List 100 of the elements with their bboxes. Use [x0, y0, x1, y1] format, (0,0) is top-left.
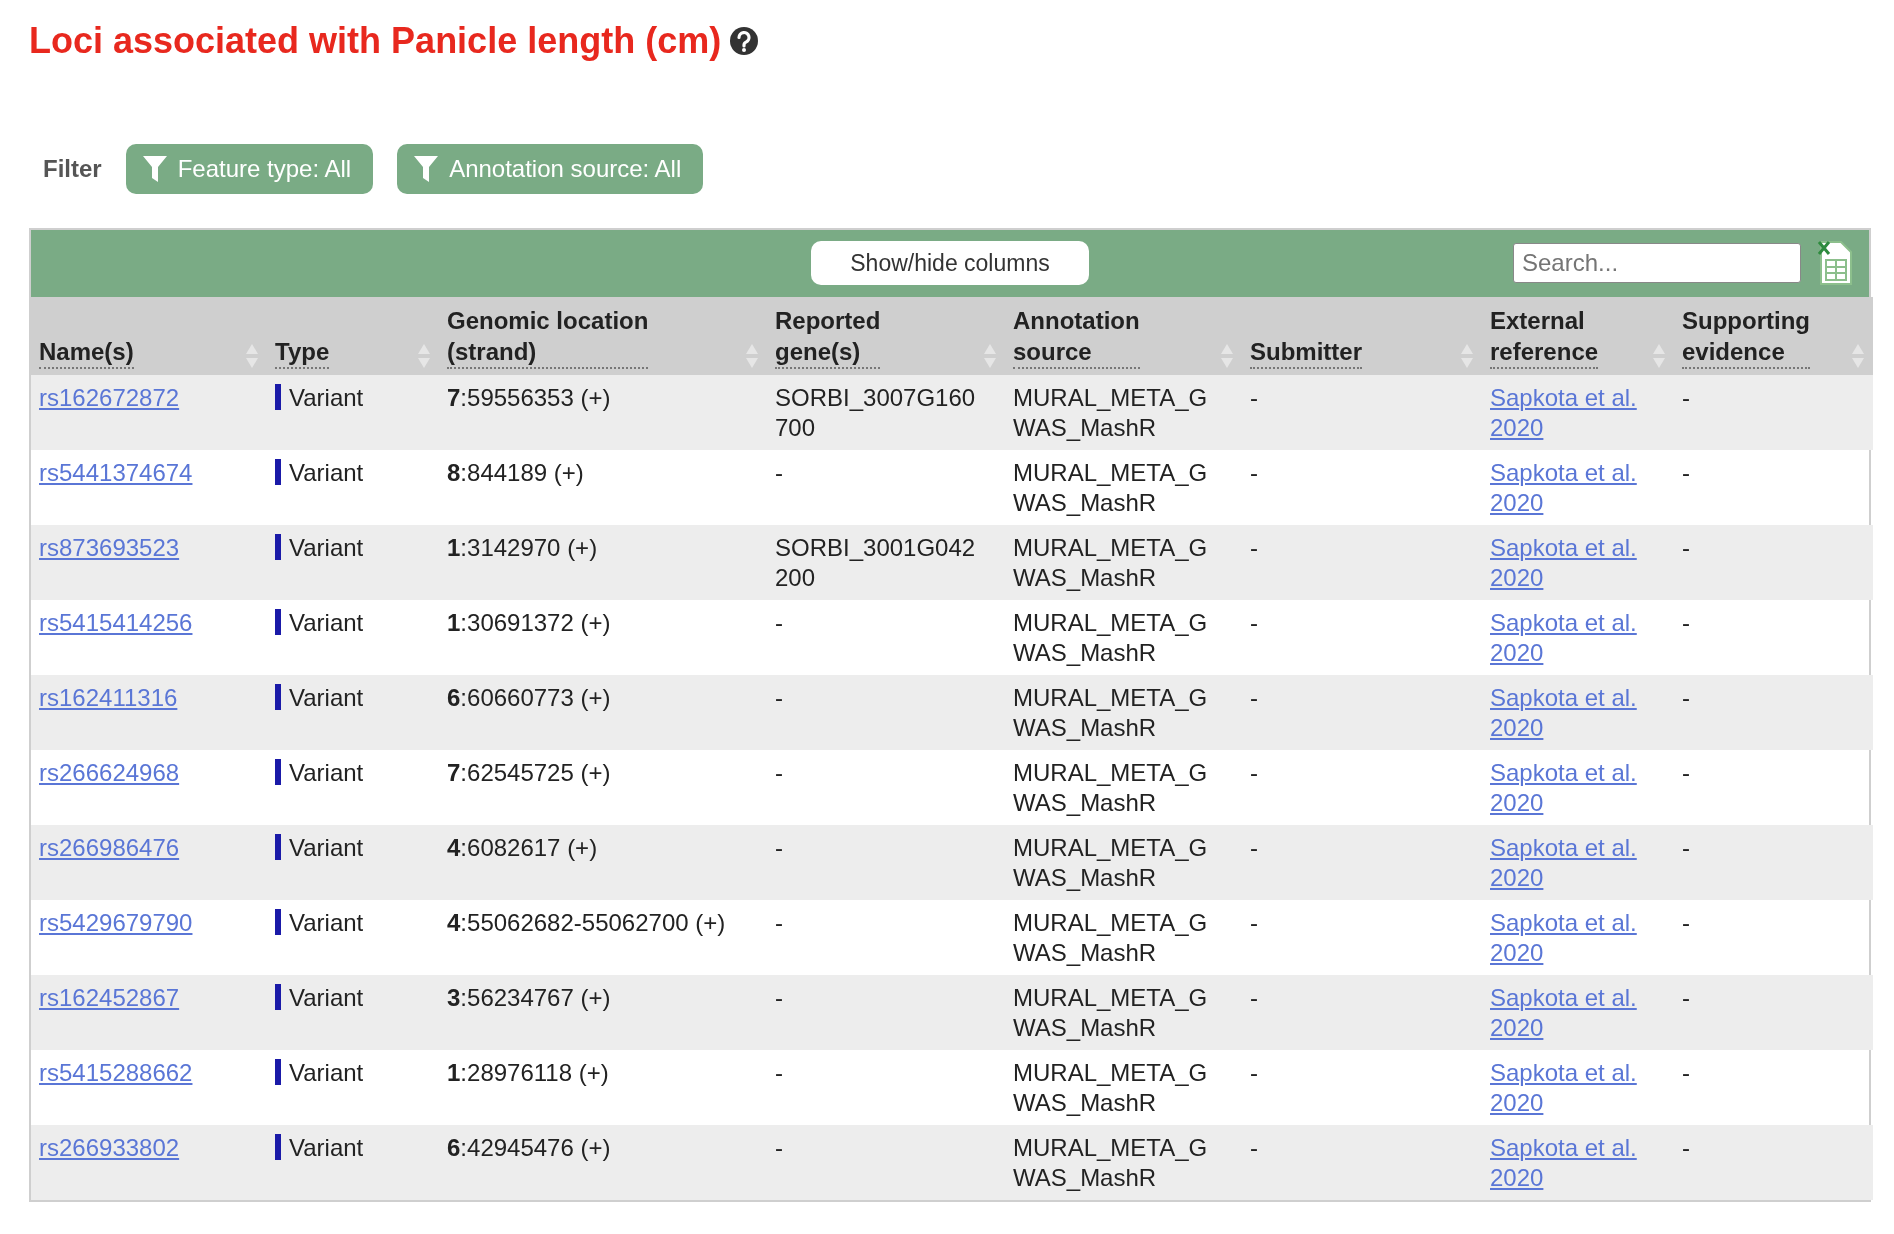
source-cell-text: MURAL_META_GWAS_MashR — [1013, 458, 1209, 519]
gene-cell-text: - — [775, 683, 784, 714]
location-cell: 7:62545725 (+) — [447, 759, 611, 787]
reference-link[interactable]: Sapkota et al. 2020 — [1490, 758, 1666, 819]
evidence-cell: - — [1682, 834, 1690, 862]
gene-cell-text: - — [775, 983, 784, 1014]
submitter-cell: - — [1250, 834, 1258, 862]
source-cell-text: MURAL_META_GWAS_MashR — [1013, 758, 1209, 819]
submitter-cell: - — [1250, 684, 1258, 712]
source-cell-text: MURAL_META_GWAS_MashR — [1013, 383, 1209, 444]
filter-icon — [141, 153, 168, 184]
location-cell: 3:56234767 (+) — [447, 984, 611, 1012]
spreadsheet-export-icon[interactable] — [1817, 239, 1853, 286]
gene-cell-text: - — [775, 833, 784, 864]
gene-cell-text: - — [775, 608, 784, 639]
location-cell: 4:6082617 (+) — [447, 834, 598, 862]
reference-link[interactable]: Sapkota et al. 2020 — [1490, 458, 1666, 519]
evidence-cell: - — [1682, 759, 1690, 787]
location-cell: 7:59556353 (+) — [447, 384, 611, 412]
evidence-cell: - — [1682, 534, 1690, 562]
reference-link[interactable]: Sapkota et al. 2020 — [1490, 608, 1666, 669]
submitter-cell: - — [1250, 534, 1258, 562]
type-cell: Variant — [289, 684, 364, 712]
type-cell: Variant — [289, 384, 364, 412]
column-header[interactable]: Type — [275, 336, 330, 370]
column-header[interactable]: Name(s) — [39, 336, 134, 370]
type-marker — [275, 384, 281, 411]
source-cell-text: MURAL_META_GWAS_MashR — [1013, 533, 1209, 594]
submitter-cell: - — [1250, 1059, 1258, 1087]
evidence-cell: - — [1682, 609, 1690, 637]
location-cell: 1:28976118 (+) — [447, 1059, 609, 1087]
type-marker — [275, 984, 281, 1011]
type-marker — [275, 459, 281, 486]
type-cell: Variant — [289, 759, 364, 787]
filter-button[interactable]: Annotation source: All — [397, 143, 704, 194]
evidence-cell: - — [1682, 459, 1690, 487]
submitter-cell: - — [1250, 459, 1258, 487]
location-cell: 6:60660773 (+) — [447, 684, 611, 712]
submitter-cell: - — [1250, 759, 1258, 787]
gene-cell-text: SORBI_3001G042200 — [775, 533, 977, 594]
location-cell: 6:42945476 (+) — [447, 1134, 611, 1162]
type-cell: Variant — [289, 984, 364, 1012]
evidence-cell: - — [1682, 909, 1690, 937]
type-marker — [275, 834, 281, 861]
submitter-cell: - — [1250, 984, 1258, 1012]
type-marker — [275, 609, 281, 636]
type-marker — [275, 534, 281, 561]
location-cell: 8:844189 (+) — [447, 459, 584, 487]
type-marker — [275, 1059, 281, 1086]
submitter-cell: - — [1250, 909, 1258, 937]
help-icon[interactable] — [729, 26, 760, 57]
source-cell-text: MURAL_META_GWAS_MashR — [1013, 683, 1209, 744]
type-cell: Variant — [289, 1059, 364, 1087]
source-cell-text: MURAL_META_GWAS_MashR — [1013, 1133, 1209, 1194]
locus-link[interactable]: rs266624968 — [39, 758, 180, 789]
type-cell: Variant — [289, 909, 364, 937]
gene-cell-text: - — [775, 1058, 784, 1089]
evidence-cell: - — [1682, 384, 1690, 412]
evidence-cell: - — [1682, 684, 1690, 712]
type-cell: Variant — [289, 459, 364, 487]
type-cell: Variant — [289, 534, 364, 562]
page-title: Loci associated with Panicle length (cm) — [29, 19, 722, 63]
location-cell: 4:55062682-55062700 (+) — [447, 909, 726, 937]
gene-cell-text: - — [775, 758, 784, 789]
type-marker — [275, 1134, 281, 1161]
locus-link[interactable]: rs5415414256 — [39, 608, 193, 639]
gene-cell-text: SORBI_3007G160700 — [775, 383, 977, 444]
column-header[interactable]: Submitter — [1250, 336, 1362, 370]
reference-link[interactable]: Sapkota et al. 2020 — [1490, 908, 1666, 969]
submitter-cell: - — [1250, 609, 1258, 637]
locus-link[interactable]: rs5441374674 — [39, 458, 193, 489]
filter-icon — [413, 153, 440, 184]
columns-button[interactable]: Show/hide columns — [811, 241, 1089, 286]
location-cell: 1:30691372 (+) — [447, 609, 611, 637]
reference-link[interactable]: Sapkota et al. 2020 — [1490, 1058, 1666, 1119]
type-cell: Variant — [289, 834, 364, 862]
location-cell: 1:3142970 (+) — [447, 534, 598, 562]
source-cell-text: MURAL_META_GWAS_MashR — [1013, 1058, 1209, 1119]
gene-cell-text: - — [775, 1133, 784, 1164]
type-marker — [275, 909, 281, 936]
gene-cell-text: - — [775, 908, 784, 939]
source-cell-text: MURAL_META_GWAS_MashR — [1013, 983, 1209, 1044]
source-cell-text: MURAL_META_GWAS_MashR — [1013, 908, 1209, 969]
filter-label: Filter — [43, 153, 102, 184]
type-cell: Variant — [289, 609, 364, 637]
source-cell-text: MURAL_META_GWAS_MashR — [1013, 833, 1209, 894]
search-field[interactable]: Search... — [1513, 242, 1801, 283]
gene-cell-text: - — [775, 458, 784, 489]
evidence-cell: - — [1682, 1059, 1690, 1087]
evidence-cell: - — [1682, 984, 1690, 1012]
filter-button[interactable]: Feature type: All — [125, 143, 374, 194]
type-marker — [275, 684, 281, 711]
locus-link[interactable]: rs5415288662 — [39, 1058, 193, 1089]
type-cell: Variant — [289, 1134, 364, 1162]
evidence-cell: - — [1682, 1134, 1690, 1162]
type-marker — [275, 759, 281, 786]
locus-link[interactable]: rs5429679790 — [39, 908, 193, 939]
submitter-cell: - — [1250, 1134, 1258, 1162]
submitter-cell: - — [1250, 384, 1258, 412]
source-cell-text: MURAL_META_GWAS_MashR — [1013, 608, 1209, 669]
